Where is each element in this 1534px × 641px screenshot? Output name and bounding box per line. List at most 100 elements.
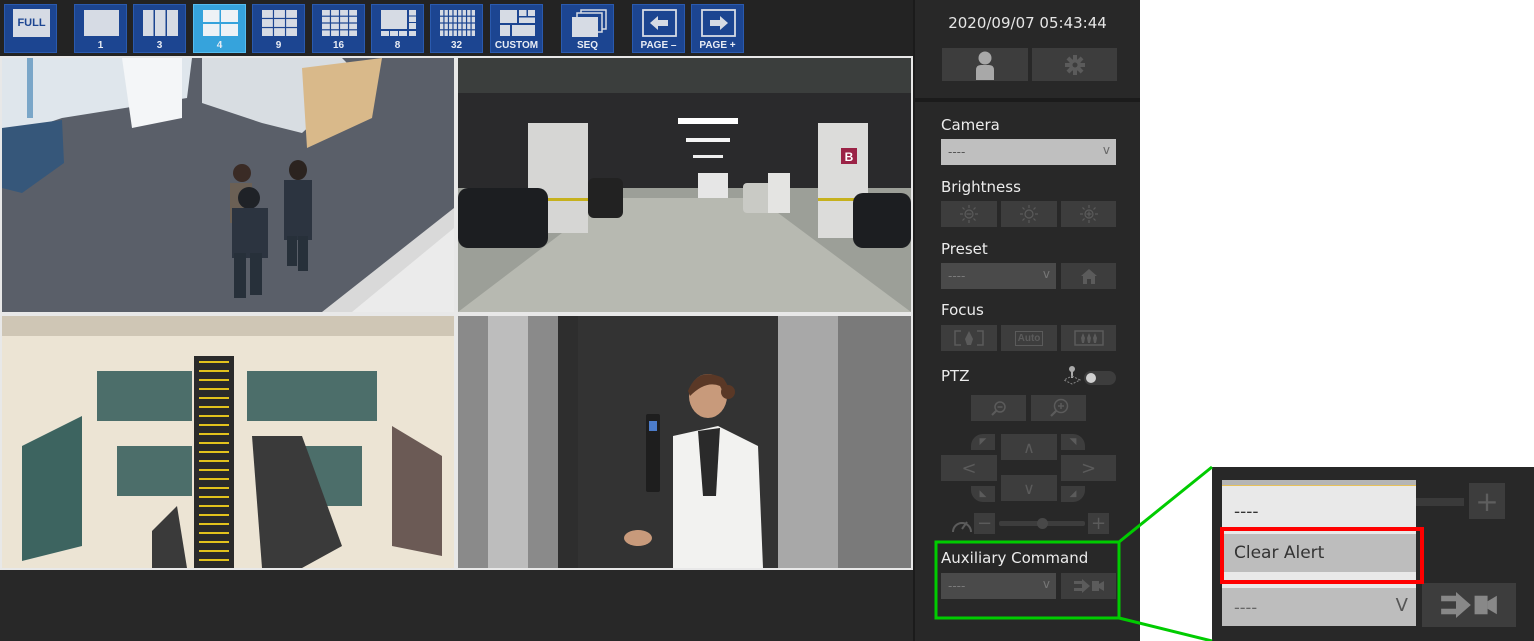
layout-4-icon <box>203 10 238 36</box>
preset-select[interactable]: ---- v <box>941 263 1056 289</box>
send-auxiliary-command-button[interactable] <box>1061 573 1116 599</box>
sequence-label: SEQ <box>576 40 599 51</box>
ptz-down-left-button[interactable]: ◣ <box>971 486 995 502</box>
settings-button[interactable] <box>1032 48 1117 81</box>
ptz-down-right-button[interactable]: ◢ <box>1061 486 1085 502</box>
layout-8-button[interactable]: 8 <box>371 4 424 53</box>
layout-1-button[interactable]: 1 <box>74 4 127 53</box>
inset-select-value: ---- <box>1234 597 1258 617</box>
camera-select[interactable]: ---- v <box>941 139 1116 165</box>
layout-32-button[interactable]: 32 <box>430 4 483 53</box>
plus-icon: + <box>1475 484 1499 518</box>
brightness-down-icon <box>960 205 978 223</box>
layout-9-button[interactable]: 9 <box>252 4 305 53</box>
home-icon <box>1080 268 1097 284</box>
layout-4-button[interactable]: 4 <box>193 4 246 53</box>
focus-far-button[interactable] <box>1061 325 1116 351</box>
fullscreen-button[interactable]: FULL <box>4 4 57 53</box>
preset-label: Preset <box>941 240 988 258</box>
ptz-up-right-button[interactable]: ◥ <box>1061 434 1085 450</box>
arrow-up-left-icon: ◤ <box>979 437 987 447</box>
entrance-door-video <box>458 316 911 568</box>
layout-custom-label: CUSTOM <box>494 40 539 51</box>
parking-garage-video: B <box>458 58 911 312</box>
sequence-button[interactable]: SEQ <box>561 4 614 53</box>
chevron-down-icon: V <box>1395 595 1408 616</box>
ptz-up-button[interactable]: ∧ <box>1001 434 1057 460</box>
brightness-reset-button[interactable] <box>1001 201 1057 227</box>
camera-tile-parking-garage[interactable]: B <box>458 58 911 312</box>
speed-increase-button[interactable]: + <box>1088 513 1109 534</box>
preset-home-button[interactable] <box>1061 263 1116 289</box>
zoom-in-icon <box>1049 398 1068 417</box>
dropdown-focus-line <box>1222 485 1416 486</box>
arrow-down-right-icon: ◢ <box>1069 489 1077 499</box>
chevron-down-icon: ∨ <box>1023 478 1035 498</box>
arrow-right-icon <box>701 9 736 37</box>
joystick-toggle[interactable] <box>1084 371 1116 385</box>
office-lobby-video <box>2 58 454 312</box>
chevron-left-icon: < <box>961 457 977 479</box>
camera-select-value: ---- <box>948 145 966 159</box>
auxiliary-command-select[interactable]: ---- v <box>941 573 1056 599</box>
page-next-button[interactable]: PAGE + <box>691 4 744 53</box>
send-to-camera-icon <box>1073 579 1104 593</box>
dropdown-option-clear-alert[interactable]: Clear Alert <box>1222 534 1416 572</box>
ptz-right-button[interactable]: > <box>1061 455 1116 481</box>
camera-grid: B <box>0 56 913 570</box>
brightness-up-button[interactable] <box>1061 201 1116 227</box>
chevron-right-icon: > <box>1080 457 1097 479</box>
gear-icon <box>1064 54 1085 75</box>
zoom-in-button[interactable] <box>1031 395 1086 421</box>
user-button[interactable] <box>942 48 1028 81</box>
layout-32-icon <box>440 10 475 36</box>
auxiliary-command-value: ---- <box>948 579 966 593</box>
user-icon <box>976 51 994 80</box>
brightness-label: Brightness <box>941 178 1021 196</box>
focus-auto-button[interactable]: Auto <box>1001 325 1057 351</box>
speed-slider[interactable] <box>999 518 1085 529</box>
speed-slider-handle[interactable] <box>1036 518 1048 529</box>
layout-3-button[interactable]: 3 <box>133 4 186 53</box>
ptz-left-button[interactable]: < <box>941 455 997 481</box>
ptz-up-left-button[interactable]: ◤ <box>971 434 995 450</box>
camera-tile-escalator-atrium[interactable] <box>2 316 454 568</box>
zoom-out-button[interactable] <box>971 395 1026 421</box>
layout-16-label: 16 <box>332 40 345 51</box>
escalator-atrium-video <box>2 316 454 568</box>
ptz-down-button[interactable]: ∨ <box>1001 475 1057 501</box>
brightness-down-button[interactable] <box>941 201 997 227</box>
page-previous-button[interactable]: PAGE – <box>632 4 685 53</box>
inset-slider-track <box>1416 498 1464 506</box>
zoom-out-icon <box>990 401 1006 416</box>
arrow-left-icon <box>642 9 677 37</box>
brightness-icon <box>1020 205 1038 223</box>
focus-far-icon <box>1073 330 1104 346</box>
auxiliary-command-dropdown: ---- Clear Alert <box>1222 480 1416 588</box>
layout-4-label: 4 <box>216 40 223 51</box>
focus-auto-label: Auto <box>1014 330 1044 346</box>
speed-decrease-button[interactable]: − <box>974 513 995 534</box>
viewer-status-bar <box>0 570 913 641</box>
speed-gauge-icon <box>952 521 972 533</box>
panel-divider <box>915 98 1140 102</box>
focus-near-icon <box>954 330 984 346</box>
page-previous-label: PAGE – <box>640 40 677 51</box>
chevron-down-icon: v <box>1042 267 1050 281</box>
layout-1-label: 1 <box>97 40 104 51</box>
layout-16-icon <box>322 10 357 36</box>
focus-near-button[interactable] <box>941 325 997 351</box>
camera-tile-entrance-door[interactable] <box>458 316 911 568</box>
camera-tile-office-lobby[interactable] <box>2 58 454 312</box>
dropdown-option-none[interactable]: ---- <box>1222 493 1416 531</box>
layout-toolbar: FULL 1 3 4 9 16 8 32 CUSTOM SEQ PAGE – P… <box>0 0 913 56</box>
layout-custom-icon <box>500 10 535 36</box>
joystick-icon <box>1062 366 1082 385</box>
inset-auxiliary-select: ---- V <box>1222 588 1416 626</box>
layout-16-button[interactable]: 16 <box>312 4 365 53</box>
camera-label: Camera <box>941 116 1000 134</box>
callout-zoom-inset: + and ---- Clear Alert ---- V <box>1212 467 1534 641</box>
layout-1-icon <box>84 10 119 36</box>
layout-custom-button[interactable]: CUSTOM <box>490 4 543 53</box>
layout-8-label: 8 <box>394 40 401 51</box>
